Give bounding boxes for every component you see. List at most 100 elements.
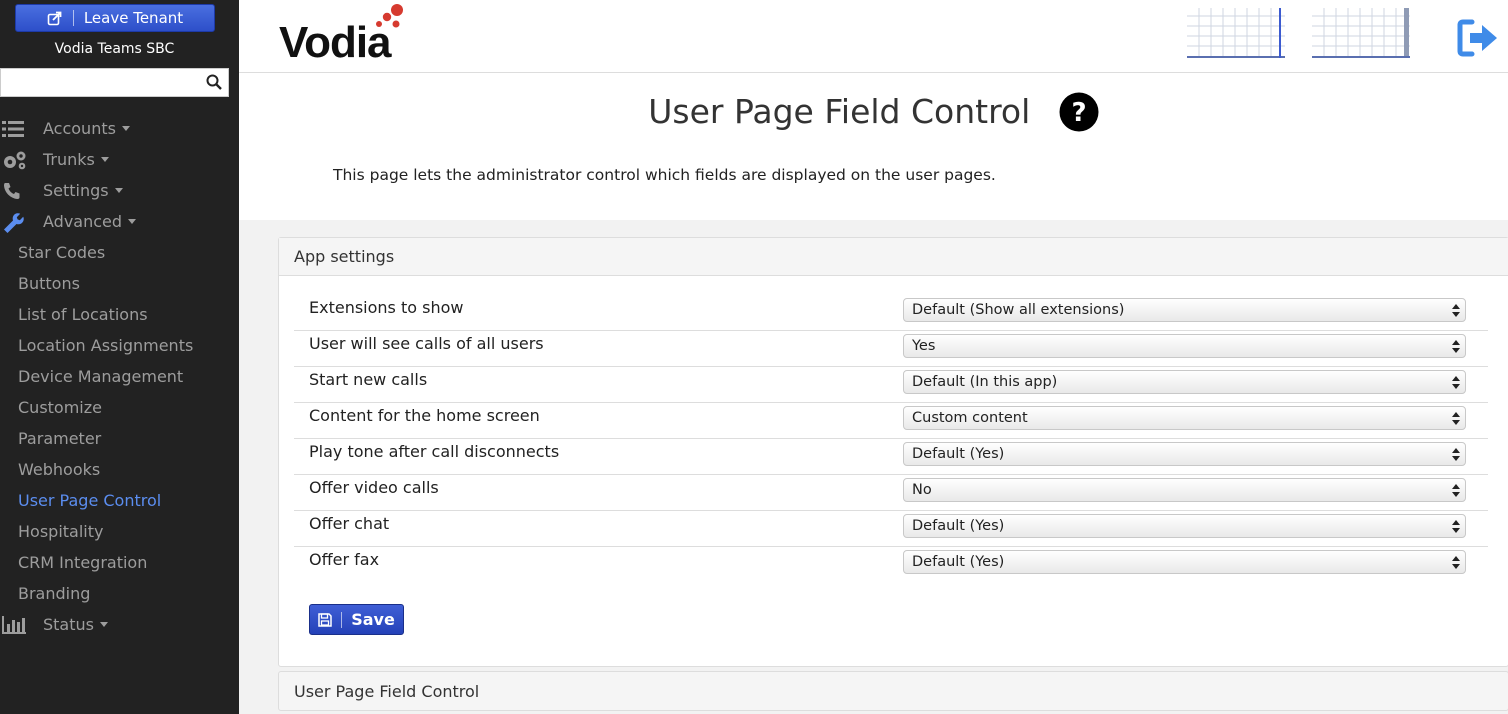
table-row: Start new calls Default (In this app) bbox=[294, 367, 1488, 403]
help-icon[interactable]: ? bbox=[1059, 92, 1099, 132]
nav-accounts-label: Accounts bbox=[43, 119, 116, 138]
button-separator bbox=[341, 611, 343, 628]
button-separator bbox=[72, 10, 74, 26]
setting-label: Offer video calls bbox=[309, 478, 439, 497]
search-input[interactable] bbox=[1, 69, 196, 96]
select-value: No bbox=[912, 482, 932, 498]
save-button[interactable]: Save bbox=[309, 604, 404, 635]
nav-trunks-label: Trunks bbox=[43, 150, 95, 169]
nav-trunks[interactable]: Trunks bbox=[0, 144, 239, 175]
sidebar-nav: Accounts Trunks Settings Advanced Star C… bbox=[0, 113, 239, 640]
select-value: Yes bbox=[912, 338, 936, 354]
svg-text:Vodia: Vodia bbox=[279, 18, 392, 62]
bar-chart-icon bbox=[2, 615, 26, 634]
nav-advanced-label: Advanced bbox=[43, 212, 123, 231]
play-tone-select[interactable]: Default (Yes) bbox=[903, 442, 1466, 466]
tenant-name: Vodia Teams SBC bbox=[54, 41, 175, 57]
sidebar-item-star-codes[interactable]: Star Codes bbox=[0, 237, 239, 268]
sidebar-item-customize[interactable]: Customize bbox=[0, 392, 239, 423]
setting-label: Start new calls bbox=[309, 370, 428, 389]
setting-label: Play tone after call disconnects bbox=[309, 442, 560, 461]
app-settings-panel: App settings Extensions to show Default … bbox=[278, 237, 1508, 667]
settings-table: Extensions to show Default (Show all ext… bbox=[294, 295, 1488, 583]
extensions-to-show-select[interactable]: Default (Show all extensions) bbox=[903, 298, 1466, 322]
setting-label: Offer chat bbox=[309, 514, 390, 533]
main-content: User Page Field Control ? This page lets… bbox=[239, 74, 1508, 714]
page-title: User Page Field Control ? bbox=[239, 90, 1508, 132]
select-arrows-icon bbox=[1452, 340, 1460, 353]
nav-advanced[interactable]: Advanced bbox=[0, 206, 239, 237]
select-value: Default (In this app) bbox=[912, 374, 1058, 390]
select-value: Default (Yes) bbox=[912, 554, 1005, 570]
page-description: This page lets the administrator control… bbox=[333, 166, 996, 184]
caret-down-icon bbox=[121, 126, 130, 131]
gears-icon bbox=[4, 151, 26, 169]
select-arrows-icon bbox=[1452, 448, 1460, 461]
see-calls-of-all-users-select[interactable]: Yes bbox=[903, 334, 1466, 358]
sidebar-item-hospitality[interactable]: Hospitality bbox=[0, 516, 239, 547]
leave-tenant-label: Leave Tenant bbox=[83, 9, 184, 27]
list-icon bbox=[2, 120, 24, 137]
intro-section: User Page Field Control ? This page lets… bbox=[239, 74, 1508, 220]
sidebar-item-user-page-control[interactable]: User Page Control bbox=[0, 485, 239, 516]
search-icon[interactable] bbox=[206, 74, 222, 90]
select-arrows-icon bbox=[1452, 376, 1460, 389]
sidebar-item-crm-integration[interactable]: CRM Integration bbox=[0, 547, 239, 578]
nav-settings-label: Settings bbox=[43, 181, 109, 200]
setting-label: Offer fax bbox=[309, 550, 380, 569]
setting-label: Content for the home screen bbox=[309, 406, 540, 425]
sidebar-item-branding[interactable]: Branding bbox=[0, 578, 239, 609]
setting-label: User will see calls of all users bbox=[309, 334, 544, 353]
select-value: Default (Show all extensions) bbox=[912, 302, 1125, 318]
sidebar-item-list-of-locations[interactable]: List of Locations bbox=[0, 299, 239, 330]
phone-icon bbox=[4, 182, 20, 199]
select-value: Custom content bbox=[912, 410, 1028, 426]
panel-heading: App settings bbox=[279, 238, 1508, 276]
start-new-calls-select[interactable]: Default (In this app) bbox=[903, 370, 1466, 394]
nav-status[interactable]: Status bbox=[0, 609, 239, 640]
sidebar-item-webhooks[interactable]: Webhooks bbox=[0, 454, 239, 485]
select-arrows-icon bbox=[1452, 304, 1460, 317]
select-arrows-icon bbox=[1452, 412, 1460, 425]
sidebar-item-parameter[interactable]: Parameter bbox=[0, 423, 239, 454]
vodia-logo[interactable]: Vodia bbox=[279, 2, 409, 62]
sidebar-item-device-management[interactable]: Device Management bbox=[0, 361, 239, 392]
nav-settings[interactable]: Settings bbox=[0, 175, 239, 206]
home-screen-content-select[interactable]: Custom content bbox=[903, 406, 1466, 430]
sidebar-item-location-assignments[interactable]: Location Assignments bbox=[0, 330, 239, 361]
select-value: Default (Yes) bbox=[912, 518, 1005, 534]
svg-text:?: ? bbox=[1071, 98, 1086, 128]
save-label: Save bbox=[351, 610, 395, 629]
logout-icon[interactable] bbox=[1456, 18, 1500, 58]
user-page-field-control-panel[interactable]: User Page Field Control bbox=[278, 671, 1508, 711]
offer-chat-select[interactable]: Default (Yes) bbox=[903, 514, 1466, 538]
leave-tenant-button[interactable]: Leave Tenant bbox=[15, 4, 215, 32]
wrench-icon bbox=[4, 212, 24, 233]
table-row: Offer fax Default (Yes) bbox=[294, 547, 1488, 583]
offer-fax-select[interactable]: Default (Yes) bbox=[903, 550, 1466, 574]
table-row: Offer chat Default (Yes) bbox=[294, 511, 1488, 547]
table-row: Content for the home screen Custom conte… bbox=[294, 403, 1488, 439]
search-box bbox=[0, 68, 229, 97]
floppy-disk-icon bbox=[318, 612, 332, 627]
table-row: Play tone after call disconnects Default… bbox=[294, 439, 1488, 475]
caret-down-icon bbox=[99, 622, 108, 627]
table-row: Extensions to show Default (Show all ext… bbox=[294, 295, 1488, 331]
caret-down-icon bbox=[100, 157, 109, 162]
caret-down-icon bbox=[114, 188, 123, 193]
sidebar-item-buttons[interactable]: Buttons bbox=[0, 268, 239, 299]
top-header: Vodia bbox=[239, 0, 1508, 73]
caret-down-icon bbox=[128, 219, 137, 224]
select-value: Default (Yes) bbox=[912, 446, 1005, 462]
nav-status-label: Status bbox=[43, 615, 94, 634]
grid-layout-icon[interactable] bbox=[1312, 8, 1410, 58]
select-arrows-icon bbox=[1452, 556, 1460, 569]
nav-accounts[interactable]: Accounts bbox=[0, 113, 239, 144]
setting-label: Extensions to show bbox=[309, 298, 464, 317]
select-arrows-icon bbox=[1452, 484, 1460, 497]
grid-layout-icon[interactable] bbox=[1187, 8, 1285, 58]
sidebar: Leave Tenant Vodia Teams SBC Accounts Tr bbox=[0, 0, 239, 714]
offer-video-calls-select[interactable]: No bbox=[903, 478, 1466, 502]
page-title-text: User Page Field Control bbox=[648, 92, 1031, 131]
table-row: User will see calls of all users Yes bbox=[294, 331, 1488, 367]
